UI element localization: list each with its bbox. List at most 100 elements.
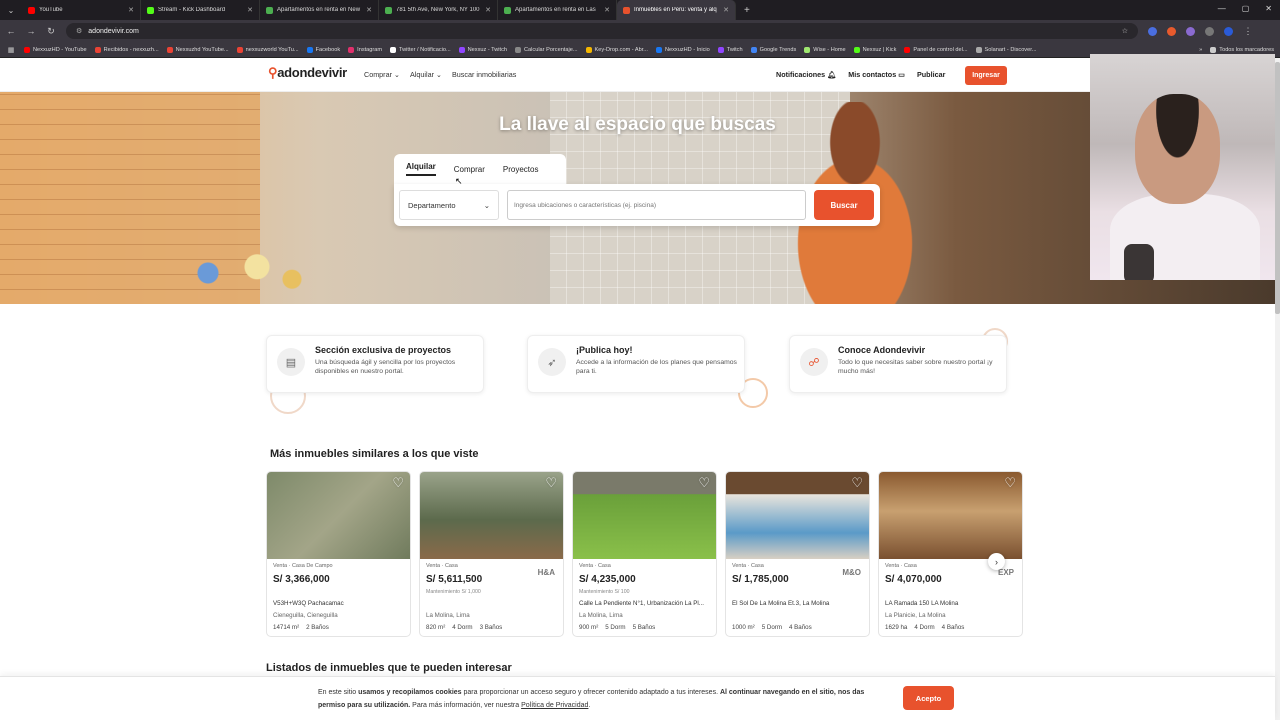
extension-icon[interactable]: [1167, 26, 1176, 36]
property-price: S/ 5,611,500: [426, 574, 483, 585]
profile-avatar[interactable]: [1224, 26, 1233, 36]
property-type-select[interactable]: Departamento ⌄: [399, 190, 499, 220]
property-card[interactable]: ♡ Venta · Casa De Campo S/ 3,366,000 V53H+W…: [266, 471, 411, 637]
scrollbar-thumb[interactable]: [1275, 62, 1280, 314]
feature-proyectos[interactable]: ▤ Sección exclusiva de proyectos Una bús…: [266, 335, 484, 393]
site-logo[interactable]: ⚲adondevivir: [268, 65, 347, 81]
property-features: 1000 m² 5 Dorm 4 Baños: [732, 624, 812, 631]
bookmark-star-icon[interactable]: ☆: [1122, 27, 1128, 35]
accept-cookies-button[interactable]: Acepto: [903, 686, 954, 710]
bookmark-item[interactable]: Twitch: [717, 46, 743, 53]
property-image[interactable]: [573, 472, 716, 559]
property-maintenance: Mantenimiento S/ 1,000: [426, 589, 481, 595]
carousel-next-arrow[interactable]: ›: [988, 553, 1005, 570]
nav-alquilar[interactable]: Alquilar ⌄: [410, 70, 442, 79]
tab-alquilar[interactable]: Alquilar: [406, 162, 436, 176]
browser-tab[interactable]: Apartamentos en renta en Las ✕: [498, 0, 617, 20]
bookmark-item[interactable]: NexxuzHD - Inicio: [655, 46, 710, 53]
property-image[interactable]: [420, 472, 563, 559]
contacts-link[interactable]: Mis contactos ▭: [848, 70, 905, 79]
extensions-puzzle-icon[interactable]: [1205, 26, 1214, 36]
bookmark-item[interactable]: Key-Drop.com - Abr...: [585, 46, 648, 53]
close-tab-icon[interactable]: ✕: [128, 6, 134, 14]
extension-icon[interactable]: [1186, 26, 1195, 36]
browser-toolbar: ← → ↻ ⚙ adondevivir.com ☆ ⋮: [0, 20, 1280, 42]
new-tab-button[interactable]: +: [736, 5, 750, 16]
bookmark-item[interactable]: Instagram: [348, 46, 382, 53]
close-tab-icon[interactable]: ✕: [485, 6, 491, 14]
bookmark-item[interactable]: Facebook: [306, 46, 340, 53]
bookmark-item[interactable]: Nexxuz - Twitch: [458, 46, 507, 53]
favorite-heart-icon[interactable]: ♡: [392, 475, 404, 491]
bookmark-item[interactable]: Wise - Home: [804, 46, 846, 53]
apps-grid-icon[interactable]: ▦: [6, 46, 16, 54]
property-maintenance: Mantenimiento S/ 100: [579, 589, 630, 595]
favorite-heart-icon[interactable]: ♡: [698, 475, 710, 491]
nav-buscar-inmobiliarias[interactable]: Buscar inmobiliarias: [452, 70, 516, 79]
property-card[interactable]: ♡ Venta · Casa S/ 1,785,000 El Sol De La Mo…: [725, 471, 870, 637]
close-window-icon[interactable]: ✕: [1265, 4, 1272, 13]
bookmark-item[interactable]: Recibidos - nexxuzh...: [94, 46, 159, 53]
maximize-icon[interactable]: ▢: [1242, 4, 1250, 13]
minimize-icon[interactable]: —: [1218, 4, 1226, 13]
webcam-overlay: [1090, 54, 1275, 280]
property-card[interactable]: ♡ Venta · Casa S/ 5,611,500 Mantenimiento S…: [419, 471, 564, 637]
nav-comprar[interactable]: Comprar ⌄: [364, 70, 400, 79]
bookmark-item[interactable]: Calcular Porcentaje...: [515, 46, 578, 53]
browser-tab[interactable]: Inmuebles en Perú: venta y alq ✕: [617, 0, 736, 20]
tab-favicon-icon: [623, 6, 630, 14]
bookmark-item[interactable]: NexxuzHD - YouTube: [24, 46, 87, 53]
bookmark-item[interactable]: Nexxuzhd YouTube...: [166, 46, 229, 53]
privacy-policy-link[interactable]: Política de Privacidad: [521, 702, 588, 709]
bookmark-item[interactable]: Nexxuz | Kick: [853, 46, 896, 53]
property-feature: 4 Baños: [789, 624, 812, 631]
close-tab-icon[interactable]: ✕: [604, 6, 610, 14]
bookmark-item[interactable]: Google Trends: [750, 46, 796, 53]
favorite-heart-icon[interactable]: ♡: [545, 475, 557, 491]
notifications-link[interactable]: Notificaciones 🔔︎: [776, 70, 836, 79]
property-feature: 3 Baños: [479, 624, 503, 631]
property-card[interactable]: ♡ Venta · Casa S/ 4,235,000 Mantenimiento S…: [572, 471, 717, 637]
property-feature: 900 m²: [579, 624, 599, 631]
browser-tab[interactable]: 781 5th Ave, New York, NY 100 ✕: [379, 0, 498, 20]
reload-icon[interactable]: ↻: [46, 26, 56, 37]
property-address: Calle La Pendiente N°1, Urbanización La …: [579, 600, 704, 607]
bookmark-item[interactable]: Panel de control del...: [904, 46, 968, 53]
login-button[interactable]: Ingresar: [965, 66, 1007, 85]
property-image[interactable]: [267, 472, 410, 559]
favorite-heart-icon[interactable]: ♡: [1004, 475, 1016, 491]
browser-tab[interactable]: Apartamentos en renta en New ✕: [260, 0, 379, 20]
tab-favicon-icon: [385, 6, 392, 14]
back-icon[interactable]: ←: [6, 26, 16, 36]
search-input[interactable]: [507, 190, 806, 220]
site-info-icon[interactable]: ⚙: [76, 27, 82, 35]
browser-tab[interactable]: Stream - Kick Dashboard ✕: [141, 0, 260, 20]
browser-tab[interactable]: YouTube ✕: [22, 0, 141, 20]
property-image[interactable]: [726, 472, 869, 559]
bookmarks-overflow-icon[interactable]: »: [1199, 47, 1202, 53]
tab-search-icon[interactable]: ⌄: [0, 6, 22, 15]
close-tab-icon[interactable]: ✕: [723, 6, 729, 14]
bookmark-item[interactable]: Solanart - Discover...: [975, 46, 1036, 53]
feature-publica[interactable]: ➶ ¡Publica hoy! Accede a la información …: [527, 335, 745, 393]
search-button[interactable]: Buscar: [814, 190, 874, 220]
menu-kebab-icon[interactable]: ⋮: [1243, 26, 1253, 37]
tab-comprar[interactable]: Comprar: [454, 165, 485, 174]
publish-link[interactable]: Publicar: [917, 70, 945, 79]
address-bar[interactable]: ⚙ adondevivir.com ☆: [66, 23, 1138, 39]
feature-conoce[interactable]: ☍ Conoce Adondevivir Todo lo que necesit…: [789, 335, 1007, 393]
all-bookmarks-folder[interactable]: Todos los marcadores: [1210, 46, 1274, 53]
property-price: S/ 4,070,000: [885, 574, 942, 585]
page-scrollbar[interactable]: [1275, 58, 1280, 720]
bookmark-favicon-icon: [166, 46, 173, 53]
tab-proyectos[interactable]: Proyectos: [503, 165, 539, 174]
bookmark-favicon-icon: [515, 46, 522, 53]
close-tab-icon[interactable]: ✕: [366, 6, 372, 14]
extension-icon[interactable]: [1148, 26, 1157, 36]
close-tab-icon[interactable]: ✕: [247, 6, 253, 14]
favorite-heart-icon[interactable]: ♡: [851, 475, 863, 491]
bookmark-item[interactable]: nexxuzworld YouTu...: [236, 46, 299, 53]
bookmark-item[interactable]: Twitter / Notificacio...: [390, 46, 451, 53]
forward-icon[interactable]: →: [26, 26, 36, 36]
property-image[interactable]: [879, 472, 1022, 559]
